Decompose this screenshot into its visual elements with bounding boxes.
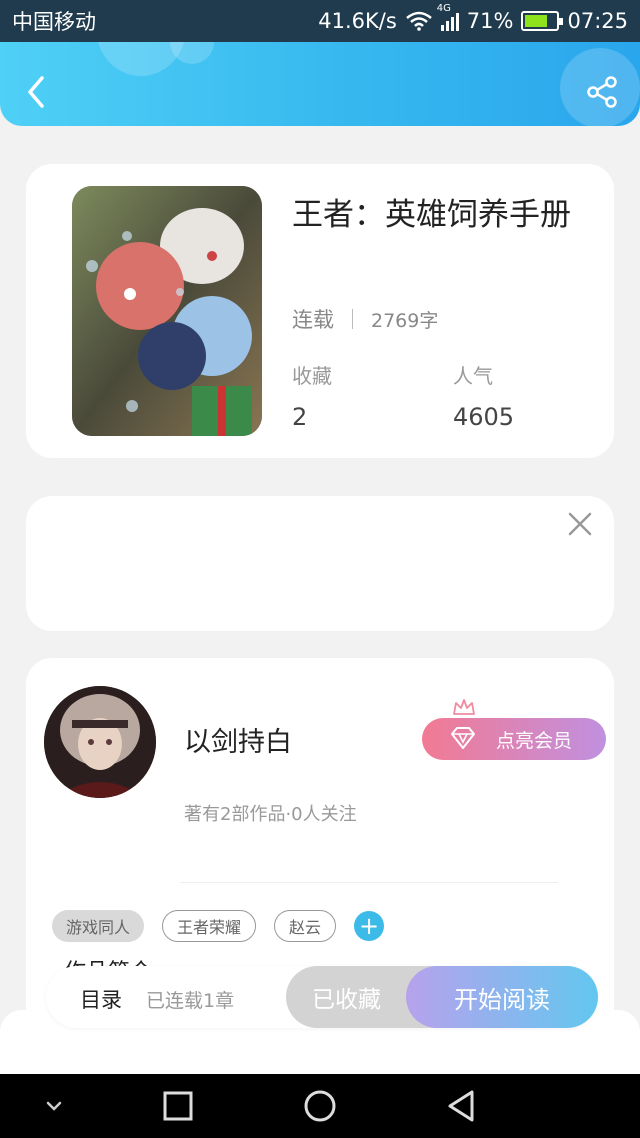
system-nav-bar <box>0 1074 640 1138</box>
battery-percent: 71% <box>466 9 514 33</box>
avatar-illustration <box>44 686 156 798</box>
divider <box>180 882 558 883</box>
chevron-left-icon <box>28 76 44 108</box>
tag-list: 游戏同人 王者荣耀 赵云 + <box>52 910 385 942</box>
status-bar: 中国移动 41.6K/s 4G 71% 07:25 <box>0 0 640 42</box>
tag-item[interactable]: 游戏同人 <box>52 910 145 942</box>
stat-popularity: 人气 4605 <box>453 360 514 431</box>
crown-icon <box>453 699 475 715</box>
share-button[interactable] <box>584 74 620 110</box>
back-button[interactable] <box>20 72 54 112</box>
ad-close-button[interactable] <box>566 510 594 538</box>
book-cover-image[interactable] <box>72 186 262 436</box>
start-reading-button[interactable]: 开始阅读 <box>406 966 598 1028</box>
table-of-contents-button[interactable]: 目录 <box>80 984 122 1014</box>
network-type: 4G <box>436 3 451 14</box>
tag-item[interactable]: 赵云 <box>274 910 337 942</box>
author-name[interactable]: 以剑持白 <box>184 720 292 759</box>
bottom-action-bar: 目录 已连载1章 已收藏 开始阅读 <box>46 966 598 1028</box>
start-reading-label: 开始阅读 <box>454 985 550 1014</box>
network-speed: 41.6K/s <box>318 9 397 33</box>
stat-value: 2 <box>292 403 308 431</box>
book-status: 连载 <box>292 308 334 332</box>
stat-value: 4605 <box>453 403 515 431</box>
share-icon <box>587 76 617 108</box>
serialization-status: 已连载1章 <box>146 990 235 1012</box>
collapse-icon[interactable] <box>36 1088 72 1124</box>
home-icon[interactable] <box>302 1088 338 1124</box>
clock: 07:25 <box>567 9 628 33</box>
stat-label: 人气 <box>453 364 493 388</box>
collected-button-label: 已收藏 <box>312 987 381 1013</box>
author-avatar[interactable] <box>44 686 156 798</box>
book-title: 王者：英雄饲养手册 <box>292 197 571 233</box>
add-tag-button[interactable]: + <box>354 911 385 941</box>
meta-divider <box>352 309 353 329</box>
book-cover-illustration <box>72 186 262 436</box>
recent-apps-icon[interactable] <box>160 1088 196 1124</box>
word-count: 2769字 <box>371 309 439 332</box>
book-info-card: 王者：英雄饲养手册 连载 2769字 收藏 2 人气 4605 <box>26 164 614 458</box>
back-icon[interactable] <box>444 1088 480 1124</box>
signal-icon: 4G <box>437 3 459 31</box>
stat-label: 收藏 <box>292 364 332 388</box>
vip-button-label: 点亮会员 <box>496 729 573 752</box>
ad-card <box>26 496 614 631</box>
author-meta: 著有2部作品·0人关注 <box>184 804 357 825</box>
diamond-icon <box>451 727 475 749</box>
wifi-icon <box>405 11 432 31</box>
close-icon <box>568 512 592 536</box>
stat-favorites: 收藏 2 <box>292 360 332 431</box>
battery-icon <box>521 11 564 31</box>
tag-item[interactable]: 王者荣耀 <box>162 910 257 942</box>
book-meta: 连载 2769字 <box>292 304 438 334</box>
activate-vip-button[interactable]: 点亮会员 <box>422 718 606 760</box>
carrier-label: 中国移动 <box>12 10 96 34</box>
